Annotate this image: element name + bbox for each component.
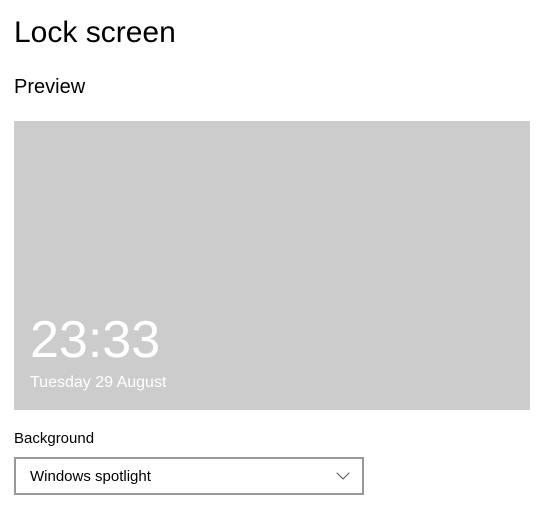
background-dropdown-value: Windows spotlight <box>30 468 151 485</box>
chevron-down-icon <box>336 472 350 480</box>
lockscreen-preview: 23:33 Tuesday 29 August <box>14 121 530 410</box>
preview-time: 23:33 <box>30 314 160 366</box>
background-label: Background <box>14 430 546 447</box>
page-title: Lock screen <box>14 16 546 50</box>
preview-label: Preview <box>14 76 546 99</box>
background-dropdown[interactable]: Windows spotlight <box>14 457 364 495</box>
preview-date: Tuesday 29 August <box>30 374 166 392</box>
